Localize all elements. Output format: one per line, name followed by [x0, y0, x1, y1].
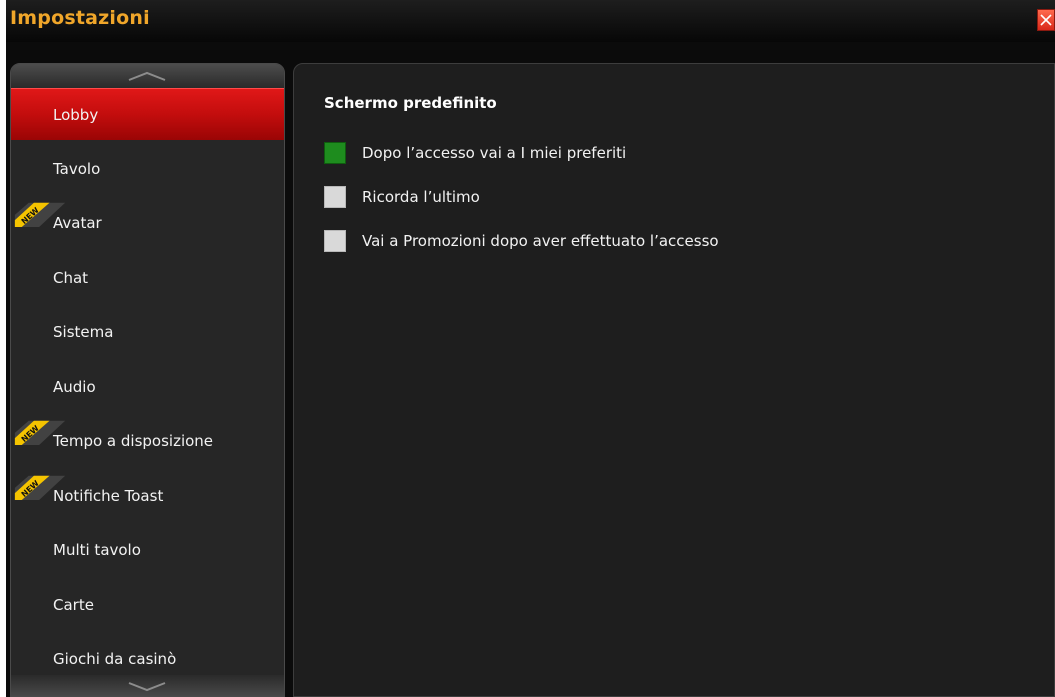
option-row[interactable]: Dopo l’accesso vai a I miei preferiti — [324, 142, 924, 166]
sidebar-item[interactable]: NEW Avatar — [11, 197, 284, 249]
sidebar-item[interactable]: Tavolo — [11, 143, 284, 195]
option-row[interactable]: Ricorda l’ultimo — [324, 186, 924, 210]
title-bar: Impostazioni — [6, 0, 1055, 42]
sidebar-item[interactable]: Lobby — [11, 88, 284, 140]
option-checkbox[interactable] — [324, 186, 346, 208]
settings-window: Impostazioni Lobby Tavolo NEW Avatar Chat Sis… — [6, 0, 1055, 697]
sidebar-item[interactable]: NEW Tempo a disposizione — [11, 415, 284, 467]
sidebar-item-label: Notifiche Toast — [53, 487, 164, 505]
settings-sidebar: Lobby Tavolo NEW Avatar Chat Sistema Audio NEW T… — [10, 63, 285, 697]
sidebar-item[interactable]: NEW Notifiche Toast — [11, 470, 284, 522]
sidebar-item-label: Audio — [53, 378, 96, 396]
sidebar-item[interactable]: Audio — [11, 361, 284, 413]
sidebar-item[interactable]: Chat — [11, 252, 284, 304]
sidebar-item[interactable]: Carte — [11, 579, 284, 631]
option-checkbox[interactable] — [324, 142, 346, 164]
sidebar-item[interactable]: Sistema — [11, 306, 284, 358]
sidebar-item-label: Carte — [53, 596, 94, 614]
chevron-down-icon — [128, 682, 166, 692]
sidebar-item-label: Lobby — [53, 106, 99, 124]
close-icon — [1040, 14, 1052, 26]
scroll-up-button[interactable] — [11, 64, 284, 88]
section-title: Schermo predefinito — [324, 94, 497, 112]
option-checkbox[interactable] — [324, 230, 346, 252]
sidebar-item-label: Multi tavolo — [53, 541, 141, 559]
close-button[interactable] — [1037, 9, 1055, 31]
settings-content: Schermo predefinito Dopo l’accesso vai a… — [293, 63, 1055, 697]
option-row[interactable]: Vai a Promozioni dopo aver effettuato l’… — [324, 230, 924, 254]
sidebar-item-label: Avatar — [53, 214, 102, 232]
sidebar-item[interactable]: Multi tavolo — [11, 524, 284, 576]
chevron-up-icon — [128, 71, 166, 81]
sidebar-item-label: Tavolo — [53, 160, 101, 178]
option-label: Dopo l’accesso vai a I miei preferiti — [362, 144, 627, 162]
sidebar-item-label: Sistema — [53, 323, 114, 341]
window-title: Impostazioni — [10, 7, 150, 29]
sidebar-item-label: Chat — [53, 269, 89, 287]
option-label: Ricorda l’ultimo — [362, 188, 480, 206]
option-label: Vai a Promozioni dopo aver effettuato l’… — [362, 232, 719, 250]
sidebar-item-label: Giochi da casinò — [53, 650, 177, 668]
scroll-down-button[interactable] — [11, 675, 284, 697]
sidebar-item-label: Tempo a disposizione — [53, 432, 214, 450]
